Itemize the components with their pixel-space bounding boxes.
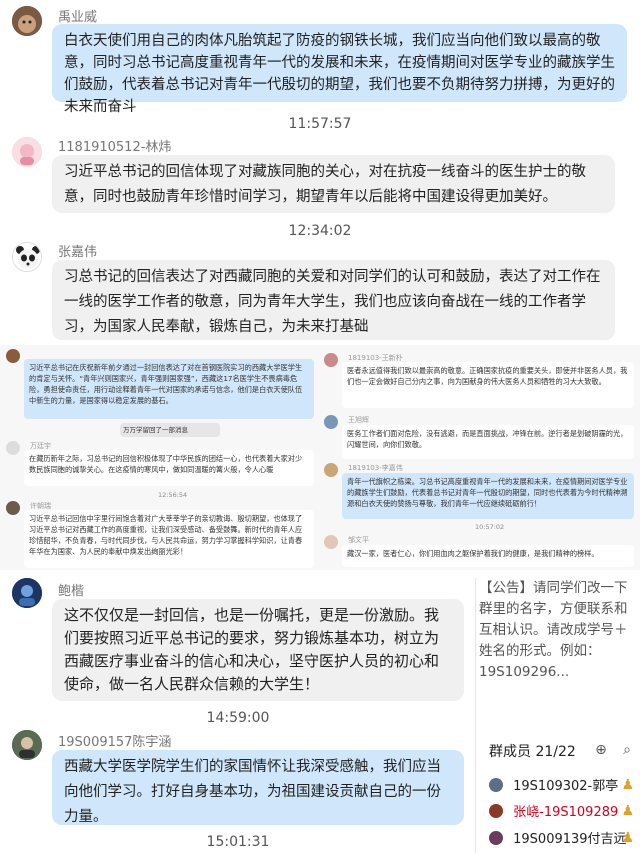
avatar	[324, 415, 338, 429]
search-icon[interactable]: ⌕	[618, 741, 636, 759]
sender-name: 张嘉伟	[58, 245, 98, 260]
member-role-icon: ♟	[621, 803, 634, 819]
group-notice[interactable]: 【公告】请同学们改一下群里的名字，方便联系和互相认识。请改成学号＋姓名的形式。例…	[479, 578, 640, 680]
member-name: 19S009139付吉远	[513, 832, 627, 847]
member-role-icon: ♟	[621, 830, 634, 846]
timestamp: 12:34:02	[288, 223, 352, 239]
message-bubble: 习近平总书记在庆祝新年前夕通过一封回信表达了对在首钢医院实习的西藏大学医学生的肯…	[24, 359, 314, 419]
message-bubble: 藏汉一家，医者仁心，你们用血肉之躯保护着我们的健康，是我们精神的榜样。	[342, 545, 634, 567]
avatar[interactable]	[12, 6, 42, 36]
invite-icon[interactable]: ⊕	[592, 741, 610, 759]
collage-left-panel: 习近平总书记在庆祝新年前夕通过一封回信表达了对在首钢医院实习的西藏大学医学生的肯…	[0, 345, 318, 570]
member-name: 张峣-19S109289	[513, 805, 619, 820]
system-notice: 万万学留回了一部消息	[120, 423, 220, 437]
sender-name: 1819103-李嘉伟	[348, 464, 403, 472]
avatar	[324, 463, 338, 477]
avatar	[6, 501, 20, 515]
message-bubble: 习总书记的回信表达了对西藏同胞的关爱和对同学们的认可和鼓励，表达了对工作在一线的…	[52, 260, 615, 340]
member-avatar	[489, 830, 503, 845]
member-avatar	[489, 803, 503, 818]
panel-divider	[475, 578, 476, 853]
avatar	[324, 535, 338, 549]
panda-avatar[interactable]	[12, 242, 42, 272]
message-bubble: 西藏大学医学院学生们的家国情怀让我深受感触，我们应当向他们学习。打好自身基本功，…	[52, 750, 464, 825]
message-bubble: 医者永远值得我们致以最崇高的敬意。正确国家抗疫的重要关头，即使并非医务人员，我们…	[342, 362, 634, 408]
sender-name: 1181910512-林炜	[58, 140, 172, 155]
message-bubble: 白衣天使们用自己的肉体凡胎筑起了防疫的钢铁长城，我们应当向他们致以最高的敬意，同…	[52, 24, 627, 115]
avatar	[6, 441, 20, 455]
member-count: 群成员 21/22	[489, 744, 576, 760]
member-item[interactable]: 19S009139付吉远 ♟	[489, 828, 640, 850]
timestamp: 12:56:54	[158, 491, 188, 499]
avatar[interactable]	[12, 578, 42, 608]
avatar	[324, 353, 338, 367]
sender-name: 鲍楷	[58, 584, 85, 599]
timestamp: 10:57:02	[475, 523, 505, 531]
member-role-icon: ♟	[621, 777, 634, 793]
member-item[interactable]: 19S109302-郭亭 ♟	[489, 775, 640, 797]
message-bubble: 医务工作者们面对危险，没有逃避，而是直面挑战，冲锋在前。逆行者是划破阴霾的光，闪…	[342, 425, 634, 459]
message-bubble: 这不仅仅是一封回信，也是一份嘱托，更是一份激励。我们要按照习近平总书记的要求，努…	[52, 599, 464, 701]
sender-name: 邹文平	[348, 536, 369, 544]
avatar	[6, 349, 20, 363]
sender-name: 王旭辉	[348, 416, 369, 424]
message-bubble: 习近平总书记回信中字里行间饱含着对广大莘莘学子的亲切教诲、殷切期望，也体现了习近…	[24, 510, 314, 568]
timestamp: 11:57:57	[288, 116, 352, 132]
collage-right-panel: 1819103-王新朴 医者永远值得我们致以最崇高的敬意。正确国家抗疫的重要关头…	[320, 345, 640, 570]
screenshot-collage: 习近平总书记在庆祝新年前夕通过一封回信表达了对在首钢医院实习的西藏大学医学生的肯…	[0, 345, 640, 570]
message-bubble: 习近平总书记的回信体现了对藏族同胞的关心，对在抗疫一线奋斗的医生护士的敬意，同时…	[52, 155, 615, 213]
avatar[interactable]	[12, 137, 42, 167]
sender-name: 禹业威	[58, 10, 98, 25]
timestamp: 15:01:31	[206, 834, 270, 850]
message-bubble: 青年一代旗帜之栋梁。习总书记高度重视青年一代的发展和未来，在疫情期间对医学专业的…	[342, 473, 634, 519]
member-name: 19S109302-郭亭	[513, 779, 619, 794]
message-bubble: 在藏历新年之际，习总书记的回信积极体现了中华民族的团结一心，也代表着大家对少数民…	[24, 450, 314, 486]
sender-name: 19S009157陈宇涵	[58, 735, 172, 750]
timestamp: 14:59:00	[206, 710, 270, 726]
avatar[interactable]	[12, 730, 42, 760]
member-avatar	[489, 777, 503, 792]
member-item[interactable]: 张峣-19S109289 ♟	[489, 801, 640, 823]
